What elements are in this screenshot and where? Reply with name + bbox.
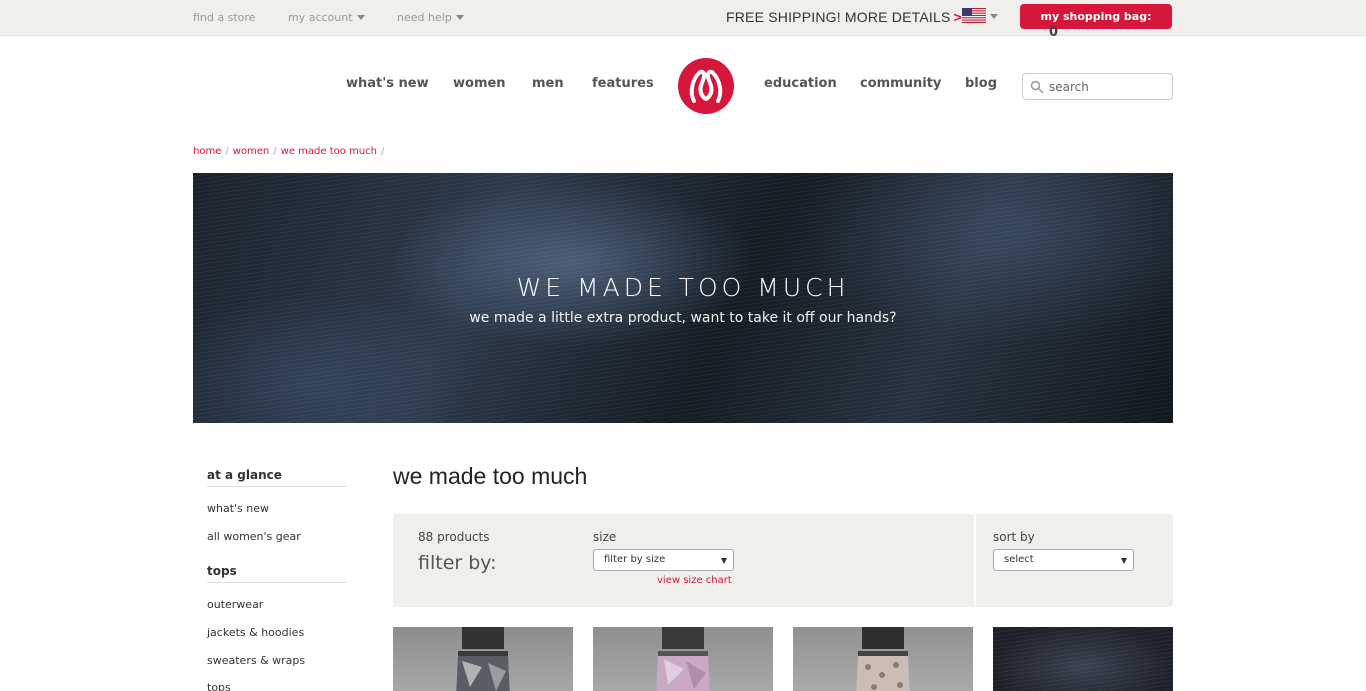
shopping-bag-button[interactable]: my shopping bag: 0: [1020, 4, 1172, 40]
breadcrumb-we-made-too-much[interactable]: we made too much: [281, 146, 377, 157]
size-chart-link[interactable]: view size chart: [657, 575, 732, 586]
utility-bar: find a store my account need help FREE S…: [0, 0, 1366, 40]
nav-women[interactable]: women: [453, 76, 506, 91]
sidebar-item-all-womens-gear[interactable]: all women's gear: [207, 530, 301, 543]
hero-subtitle: we made a little extra product, want to …: [469, 310, 897, 326]
product-tile[interactable]: [793, 627, 973, 691]
breadcrumb-women[interactable]: women: [233, 146, 270, 157]
shipping-arrow-icon: >: [953, 9, 962, 25]
filter-bar: 88 products filter by: size filter by si…: [393, 514, 1173, 607]
sidebar-item-sweaters-wraps[interactable]: sweaters & wraps: [207, 654, 305, 667]
search-icon: [1030, 80, 1044, 94]
product-tile[interactable]: [393, 627, 573, 691]
my-account-menu[interactable]: my account: [288, 11, 365, 24]
breadcrumb-separator: /: [380, 146, 385, 157]
product-count: 88 products: [418, 530, 490, 544]
nav-men[interactable]: men: [532, 76, 564, 91]
product-image: [456, 627, 510, 691]
breadcrumb-separator: /: [273, 146, 277, 157]
hero-title: WE MADE TOO MUCH: [516, 273, 850, 302]
find-store-link[interactable]: find a store: [193, 11, 255, 24]
filter-by-label: filter by:: [418, 552, 497, 574]
nav-whats-new[interactable]: what's new: [346, 76, 429, 91]
shopping-bag-count: 0: [1049, 25, 1059, 40]
sort-by-value: select: [1004, 554, 1034, 565]
us-flag-icon[interactable]: [962, 8, 986, 23]
product-tile[interactable]: [993, 627, 1173, 691]
hero-banner: WE MADE TOO MUCH we made a little extra …: [193, 173, 1173, 423]
need-help-menu[interactable]: need help: [397, 11, 464, 24]
sidebar-item-jackets-hoodies[interactable]: jackets & hoodies: [207, 626, 304, 639]
product-tile[interactable]: [593, 627, 773, 691]
breadcrumb-separator: /: [225, 146, 229, 157]
chevron-down-icon: [356, 15, 365, 20]
sidebar-item-tops[interactable]: tops: [207, 681, 231, 691]
lululemon-logo[interactable]: [677, 57, 735, 115]
filter-divider: [974, 514, 976, 607]
nav-blog[interactable]: blog: [965, 76, 997, 91]
sidebar-heading-at-a-glance: at a glance: [207, 468, 347, 487]
sort-by-select[interactable]: select: [993, 549, 1134, 571]
dropdown-arrow-icon: [1121, 558, 1127, 564]
size-label: size: [593, 530, 617, 544]
need-help-label: need help: [397, 11, 452, 24]
product-image: [656, 627, 710, 691]
sidebar-item-whats-new[interactable]: what's new: [207, 502, 269, 515]
product-image: [993, 627, 1173, 691]
sidebar-heading-tops: tops: [207, 564, 347, 583]
breadcrumb-home[interactable]: home: [193, 146, 221, 157]
sidebar-item-outerwear[interactable]: outerwear: [207, 598, 263, 611]
nav-education[interactable]: education: [764, 76, 837, 91]
free-shipping-link[interactable]: FREE SHIPPING! MORE DETAILS >: [726, 9, 962, 25]
search-input[interactable]: [1049, 78, 1167, 96]
free-shipping-text: FREE SHIPPING! MORE DETAILS: [726, 9, 951, 25]
product-image: [856, 627, 910, 691]
sort-by-label: sort by: [993, 530, 1035, 544]
chevron-down-icon: [455, 15, 464, 20]
nav-community[interactable]: community: [860, 76, 941, 91]
nav-features[interactable]: features: [592, 76, 654, 91]
my-account-label: my account: [288, 11, 353, 24]
dropdown-arrow-icon: [721, 558, 727, 564]
size-filter-select[interactable]: filter by size: [593, 549, 734, 571]
country-chevron-down-icon[interactable]: [990, 14, 998, 19]
breadcrumb: home / women / we made too much /: [193, 146, 388, 157]
page-title: we made too much: [393, 463, 588, 489]
size-filter-value: filter by size: [604, 554, 666, 565]
search-box[interactable]: [1022, 73, 1173, 100]
